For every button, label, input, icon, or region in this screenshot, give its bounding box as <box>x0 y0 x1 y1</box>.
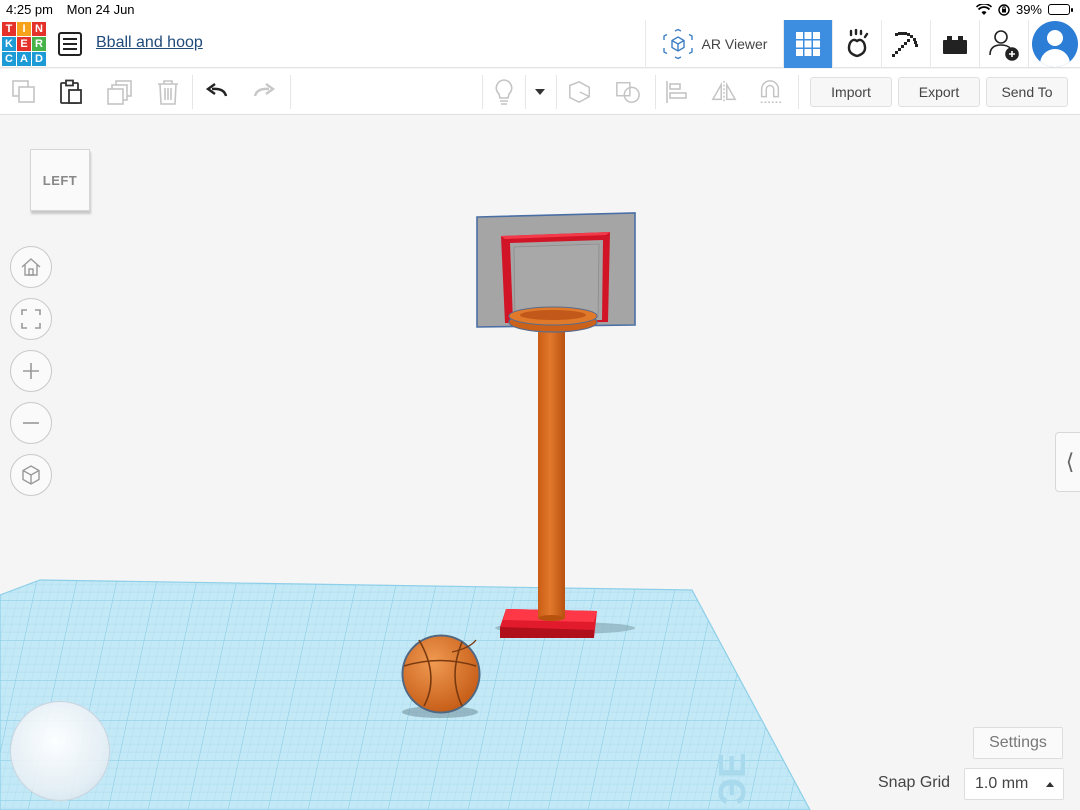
design-list-icon[interactable] <box>58 32 82 56</box>
blocks-view-button[interactable] <box>832 20 881 68</box>
invite-user-button[interactable] <box>979 20 1028 68</box>
logo-letter: N <box>32 22 46 36</box>
mirror-icon <box>711 80 737 104</box>
plus-icon <box>23 363 39 379</box>
pickaxe-icon <box>892 32 918 57</box>
chevron-left-icon: ⟨ <box>1065 449 1075 474</box>
fit-view-button[interactable] <box>10 298 52 340</box>
settings-button[interactable]: Settings <box>973 727 1063 759</box>
logo-letter: E <box>17 37 31 51</box>
paste-icon <box>60 79 82 104</box>
edit-toolbar: Import Export Send To <box>0 69 1080 115</box>
hoop-pole[interactable] <box>538 324 565 618</box>
grid-icon <box>796 32 820 56</box>
brick-icon <box>943 36 967 54</box>
tinkercad-logo[interactable]: T I N K E R C A D <box>2 22 46 66</box>
ar-viewer-label: AR Viewer <box>701 36 768 52</box>
group-button[interactable] <box>567 79 593 105</box>
logo-letter: C <box>2 52 16 66</box>
battery-percent: 39% <box>1015 2 1042 17</box>
status-date: Mon 24 Jun <box>66 2 135 17</box>
ar-cube-icon <box>662 28 693 60</box>
align-icon <box>666 81 687 103</box>
home-icon <box>21 258 41 276</box>
lightbulb-icon <box>495 79 513 105</box>
account-button[interactable] <box>1028 20 1080 68</box>
align-button[interactable] <box>664 79 690 105</box>
design-title[interactable]: Bball and hoop <box>96 34 203 52</box>
perspective-toggle-button[interactable] <box>10 454 52 496</box>
copy-icon <box>12 80 35 103</box>
snap-grid-select[interactable]: 1.0 mm <box>964 768 1064 800</box>
battery-icon <box>1048 4 1073 15</box>
duplicate-icon <box>107 80 132 105</box>
magnet-icon <box>760 80 782 103</box>
workplane-label: ЭЕ <box>712 753 754 805</box>
send-to-button[interactable]: Send To <box>986 77 1068 107</box>
workplane-grid[interactable]: ЭЕ <box>0 579 811 810</box>
add-user-icon <box>989 30 1019 61</box>
lego-view-button[interactable] <box>930 20 979 68</box>
logo-letter: K <box>2 37 16 51</box>
sim-lab-icon <box>847 29 869 58</box>
ungroup-button[interactable] <box>615 79 641 105</box>
avatar <box>1031 21 1078 67</box>
orbit-joystick[interactable] <box>10 701 110 801</box>
view-cube[interactable]: LEFT <box>30 149 90 211</box>
snap-grid-value: 1.0 mm <box>975 775 1029 792</box>
undo-icon <box>205 83 228 97</box>
status-bar: 4:25 pm Mon 24 Jun 39% <box>0 0 1080 20</box>
status-time: 4:25 pm <box>6 2 53 17</box>
cruise-button[interactable] <box>757 79 783 105</box>
logo-letter: R <box>32 37 46 51</box>
duplicate-button[interactable] <box>107 79 133 105</box>
app-header: T I N K E R C A D Bball and hoop AR View… <box>0 20 1080 68</box>
logo-letter: T <box>2 22 16 36</box>
hoop-ring[interactable] <box>508 306 598 333</box>
ar-viewer-button[interactable]: AR Viewer <box>645 20 783 68</box>
ungroup-icon <box>616 81 640 103</box>
mirror-button[interactable] <box>711 79 737 105</box>
caret-up-icon <box>1046 782 1054 787</box>
zoom-in-button[interactable] <box>10 350 52 392</box>
shapes-panel-toggle[interactable]: ⟨ <box>1055 432 1080 492</box>
wifi-icon <box>975 3 992 15</box>
basketball[interactable] <box>401 634 481 714</box>
copy-button[interactable] <box>11 79 37 105</box>
notes-button[interactable] <box>491 79 517 105</box>
3d-design-view-button[interactable] <box>783 20 832 68</box>
logo-letter: A <box>17 52 31 66</box>
caret-down-icon <box>535 89 545 95</box>
group-icon <box>569 80 591 104</box>
snap-grid-label: Snap Grid <box>878 774 951 791</box>
orientation-lock-icon <box>998 3 1010 16</box>
export-button[interactable]: Export <box>898 77 980 107</box>
bricks-view-button[interactable] <box>881 20 930 68</box>
fit-view-icon <box>21 309 41 329</box>
minus-icon <box>23 422 39 424</box>
cube-icon <box>22 465 40 485</box>
import-button[interactable]: Import <box>810 77 892 107</box>
redo-icon <box>253 83 276 97</box>
workplane-viewport[interactable]: ЭЕ LEFT ⟨ Settings Snap Grid 1.0 mm <box>0 116 1080 810</box>
home-view-button[interactable] <box>10 246 52 288</box>
undo-button[interactable] <box>204 79 230 105</box>
redo-button[interactable] <box>251 79 277 105</box>
zoom-out-button[interactable] <box>10 402 52 444</box>
notes-dropdown[interactable] <box>530 79 550 105</box>
trash-icon <box>158 80 178 105</box>
delete-button[interactable] <box>155 79 181 105</box>
logo-letter: D <box>32 52 46 66</box>
paste-button[interactable] <box>58 79 84 105</box>
scene-canvas[interactable]: ЭЕ <box>0 116 1080 810</box>
logo-letter: I <box>17 22 31 36</box>
